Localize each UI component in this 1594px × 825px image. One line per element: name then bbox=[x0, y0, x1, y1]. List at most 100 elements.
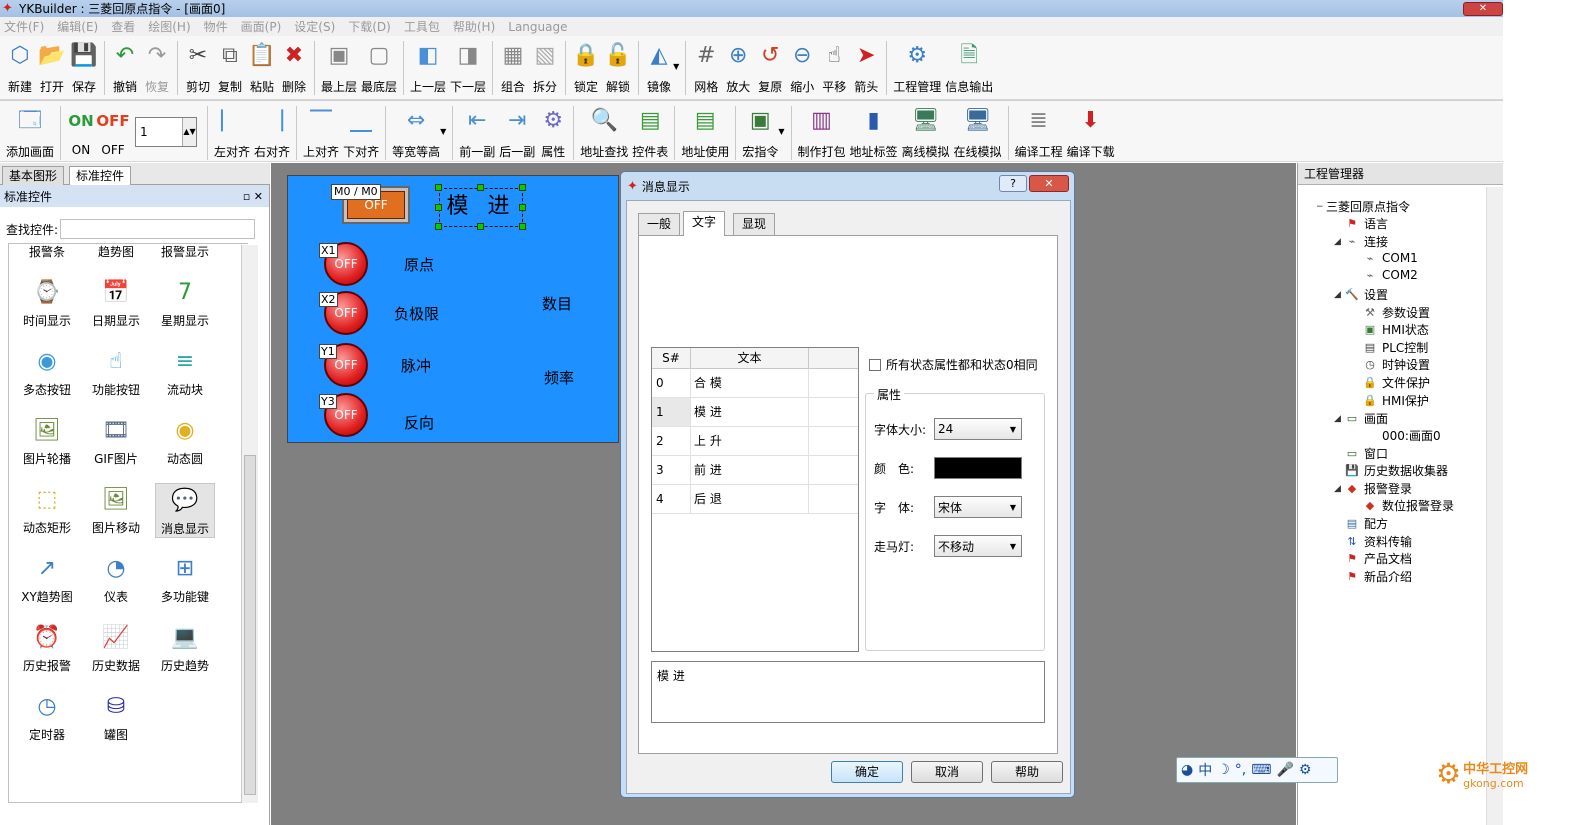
control-grid-scrollbar[interactable] bbox=[241, 245, 258, 803]
same-state-checkbox[interactable] bbox=[869, 358, 881, 371]
paste-button[interactable]: 📋 粘贴 bbox=[248, 36, 276, 95]
info-output-button[interactable]: 🗎 信息输出 bbox=[945, 36, 993, 95]
package-button[interactable]: ▥ 制作打包 bbox=[798, 101, 846, 160]
tree-node[interactable]: ▤ 配方 bbox=[1334, 515, 1388, 532]
window-close-button[interactable]: ✕ bbox=[1463, 1, 1503, 16]
help-button[interactable]: 帮助 bbox=[991, 761, 1063, 783]
tree-toggle[interactable]: ◢ bbox=[1334, 414, 1344, 424]
same-state-checkbox-row[interactable]: 所有状态属性都和状态0相同 bbox=[869, 356, 1038, 373]
control-item[interactable]: ◉ 多态按钮 bbox=[17, 345, 77, 398]
color-swatch[interactable] bbox=[934, 457, 1022, 479]
control-item[interactable]: 🖼 图片轮播 bbox=[17, 414, 77, 467]
zoom-in-button[interactable]: ⊕ 放大 bbox=[724, 36, 752, 95]
redo-button[interactable]: ↷ 恢复 bbox=[143, 36, 171, 95]
ungroup-button[interactable]: ▧ 拆分 bbox=[531, 36, 559, 95]
tree-node[interactable]: ◢ ◆ 报警登录 bbox=[1334, 480, 1412, 497]
spinbox-arrows[interactable]: ▲▼ bbox=[182, 118, 197, 146]
table-row[interactable]: 4后 退 bbox=[652, 485, 858, 514]
state-text-editor[interactable]: 模 进 bbox=[651, 661, 1045, 723]
ime-button[interactable]: ⚙ bbox=[1299, 762, 1312, 778]
tree-node[interactable]: ⌁ COM2 bbox=[1352, 268, 1418, 282]
tree-node[interactable]: ⇅ 资料传输 bbox=[1334, 533, 1412, 550]
table-row[interactable]: 3前 进 bbox=[652, 456, 858, 485]
cancel-button[interactable]: 取消 bbox=[911, 761, 983, 783]
panel-pin-close-buttons[interactable]: ▫ ✕ bbox=[243, 190, 263, 203]
input-method-bar[interactable]: ◕ 中 ☽ °, ⌨ 🎤 ⚙ bbox=[1176, 757, 1338, 783]
tree-toggle[interactable]: ◢ bbox=[1334, 237, 1344, 247]
cut-button[interactable]: ✂ 剪切 bbox=[184, 36, 212, 95]
align-right-button[interactable]: ⎹ 右对齐 bbox=[254, 101, 290, 160]
ime-button[interactable]: ⌨ bbox=[1251, 762, 1271, 778]
dialog-help-button[interactable]: ? bbox=[999, 175, 1027, 192]
next-screen-button[interactable]: ⇥ 后一副 bbox=[499, 101, 535, 160]
menu-item[interactable]: 工具包 bbox=[404, 18, 440, 35]
menu-item[interactable]: 画面(P) bbox=[241, 18, 282, 35]
menu-item[interactable]: 设定(S) bbox=[294, 18, 335, 35]
screen-number-spinbox[interactable]: 1 ▲▼ bbox=[135, 117, 198, 147]
online-sim-button[interactable]: 🖥 在线模拟 bbox=[954, 101, 1002, 160]
control-item[interactable]: ≡ 流动块 bbox=[155, 345, 215, 398]
properties-button[interactable]: ⚙ 属性 bbox=[539, 101, 567, 160]
arrow-pointer-button[interactable]: ➤ 箭头 bbox=[852, 36, 880, 95]
project-manager-button[interactable]: ⚙ 工程管理 bbox=[893, 36, 941, 95]
menu-item[interactable]: 文件(F) bbox=[4, 18, 44, 35]
macro-button[interactable]: ▣ 宏指令 bbox=[742, 101, 778, 160]
resize-handle[interactable] bbox=[519, 223, 526, 230]
compile-download-button[interactable]: ⬇ 编译下载 bbox=[1067, 101, 1115, 160]
address-use-button[interactable]: ▤ 地址使用 bbox=[681, 101, 729, 160]
resize-handle[interactable] bbox=[519, 204, 526, 211]
control-item[interactable]: ⊞ 多功能键 bbox=[155, 552, 215, 605]
tree-node[interactable]: ◢ 🔨 设置 bbox=[1334, 286, 1388, 303]
control-table-button[interactable]: ▤ 控件表 bbox=[632, 101, 668, 160]
control-item[interactable]: 💬 消息显示 bbox=[155, 483, 215, 538]
compile-button[interactable]: ≣ 编译工程 bbox=[1015, 101, 1063, 160]
search-input[interactable] bbox=[60, 219, 256, 239]
control-item[interactable]: 7 星期显示 bbox=[155, 276, 215, 329]
tree-node[interactable]: − 三菱回原点指令 bbox=[1316, 198, 1410, 215]
delete-button[interactable]: ✖ 删除 bbox=[280, 36, 308, 95]
tree-node[interactable]: ⚑ 语言 bbox=[1334, 215, 1388, 232]
on-button[interactable]: ON ON bbox=[67, 101, 95, 157]
copy-button[interactable]: ⧉ 复制 bbox=[216, 36, 244, 95]
tree-node[interactable]: ▭ 窗口 bbox=[1334, 445, 1388, 462]
off-button[interactable]: OFF OFF bbox=[96, 101, 129, 157]
save-button[interactable]: 💾 保存 bbox=[70, 36, 98, 95]
tree-toggle[interactable]: ◢ bbox=[1334, 484, 1344, 494]
control-item[interactable]: 报警显示 bbox=[155, 244, 215, 260]
control-item[interactable]: ⌚ 时间显示 bbox=[17, 276, 77, 329]
tree-node[interactable]: ⚑ 产品文档 bbox=[1334, 550, 1412, 567]
marquee-select[interactable]: 不移动 ▼ bbox=[934, 535, 1022, 557]
tree-node[interactable]: ⚑ 新品介绍 bbox=[1334, 568, 1412, 585]
send-to-back-button[interactable]: ▢ 最底层 bbox=[361, 36, 397, 95]
pan-hand-button[interactable]: ☝ 平移 bbox=[820, 36, 848, 95]
ime-button[interactable]: °, bbox=[1235, 762, 1246, 778]
tab-general[interactable]: 一般 bbox=[638, 213, 681, 235]
message-display-control-selected[interactable]: 模 进 bbox=[439, 188, 523, 227]
grid-button[interactable]: # 网格 bbox=[692, 36, 720, 95]
control-item[interactable]: ⬚ 动态矩形 bbox=[17, 483, 77, 536]
control-item[interactable]: ⛁ 罐图 bbox=[86, 690, 146, 743]
ime-button[interactable]: 中 bbox=[1198, 760, 1212, 780]
restore-button[interactable]: ↺ 复原 bbox=[756, 36, 784, 95]
menu-item[interactable]: 编辑(E) bbox=[57, 18, 98, 35]
lock-button[interactable]: 🔒 锁定 bbox=[572, 36, 600, 95]
tree-node[interactable]: ◆ 数位报警登录 bbox=[1352, 497, 1454, 514]
open-folder-button[interactable]: 📂 打开 bbox=[38, 36, 66, 95]
ime-button[interactable]: 🎤 bbox=[1276, 762, 1293, 778]
tab-standard-controls[interactable]: 标准控件 bbox=[69, 166, 132, 185]
tab-basic-shapes[interactable]: 基本图形 bbox=[2, 166, 65, 185]
control-item[interactable]: 🎞 GIF图片 bbox=[86, 414, 146, 467]
tree-node[interactable]: ⌁ COM1 bbox=[1352, 251, 1418, 265]
control-item[interactable]: ◷ 定时器 bbox=[17, 690, 77, 743]
project-tree-scrollbar[interactable] bbox=[1486, 187, 1503, 825]
address-tag-button[interactable]: ▮ 地址标签 bbox=[850, 101, 898, 160]
tree-node[interactable]: 🔒 文件保护 bbox=[1352, 374, 1430, 391]
resize-handle[interactable] bbox=[435, 223, 442, 230]
control-item[interactable]: 💻 历史趋势 bbox=[155, 621, 215, 674]
align-top-button[interactable]: ⎺ 上对齐 bbox=[303, 101, 339, 160]
send-backward-button[interactable]: ◨ 下一层 bbox=[450, 36, 486, 95]
add-screen-button[interactable]: 🗔 添加画面 bbox=[6, 101, 54, 160]
new-button[interactable]: ⬡ 新建 bbox=[6, 36, 34, 95]
tree-node[interactable]: 🔒 HMI保护 bbox=[1352, 392, 1429, 409]
group-button[interactable]: ▦ 组合 bbox=[499, 36, 527, 95]
